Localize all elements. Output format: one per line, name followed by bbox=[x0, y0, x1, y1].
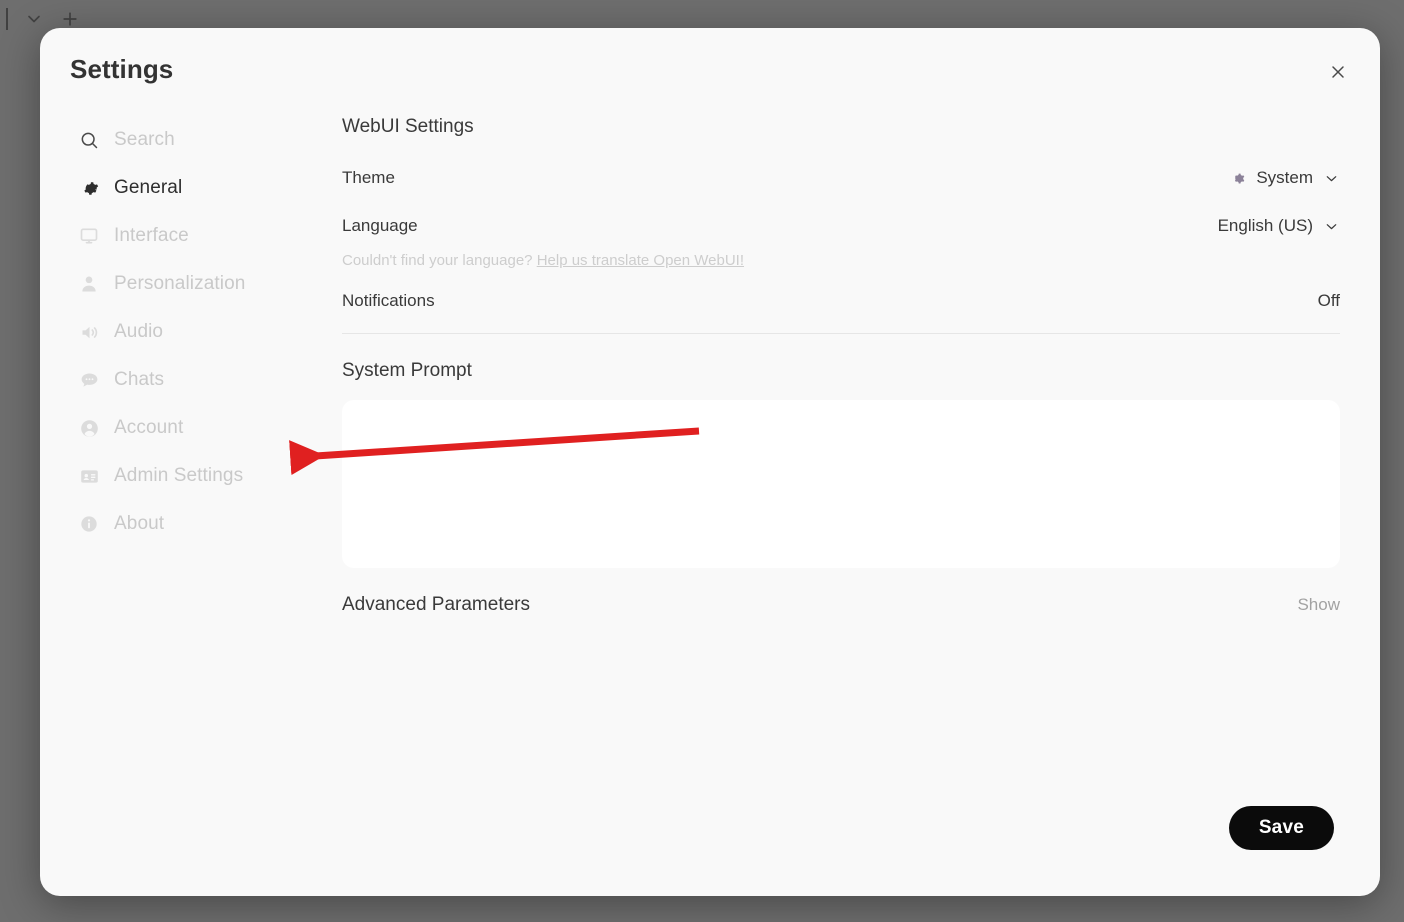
chevron-down-icon[interactable] bbox=[24, 9, 44, 29]
page-title: Settings bbox=[70, 54, 174, 84]
sidebar-item-label: About bbox=[114, 513, 165, 534]
sidebar-item-general[interactable]: General bbox=[70, 164, 326, 212]
section-divider bbox=[342, 333, 1340, 334]
search-icon bbox=[78, 129, 100, 151]
language-label: Language bbox=[342, 216, 418, 235]
advanced-parameters-label: Advanced Parameters bbox=[342, 594, 530, 615]
sidebar-item-account[interactable]: Account bbox=[70, 404, 326, 452]
info-circle-icon bbox=[78, 513, 100, 535]
user-circle-icon bbox=[78, 417, 100, 439]
sidebar-item-personalization[interactable]: Personalization bbox=[70, 260, 326, 308]
sidebar-item-label: Admin Settings bbox=[114, 465, 244, 486]
sidebar-item-search[interactable]: Search bbox=[70, 116, 326, 164]
sidebar-item-admin-settings[interactable]: Admin Settings bbox=[70, 452, 326, 500]
theme-label: Theme bbox=[342, 168, 395, 187]
theme-row: Theme System bbox=[342, 160, 1340, 196]
theme-value: System bbox=[1256, 168, 1313, 187]
sidebar-item-label: Search bbox=[114, 129, 175, 150]
advanced-parameters-toggle[interactable]: Show bbox=[1297, 595, 1340, 615]
sidebar-item-label: Personalization bbox=[114, 273, 246, 294]
translate-help-line: Couldn't find your language? Help us tra… bbox=[342, 252, 1340, 269]
sidebar-item-interface[interactable]: Interface bbox=[70, 212, 326, 260]
modal-header: Settings bbox=[40, 28, 1380, 100]
advanced-parameters-row: Advanced Parameters Show bbox=[342, 594, 1340, 616]
text-caret bbox=[6, 8, 8, 30]
chat-bubble-icon bbox=[78, 369, 100, 391]
sidebar-item-label: General bbox=[114, 177, 183, 198]
id-card-icon bbox=[78, 465, 100, 487]
chevron-down-icon bbox=[1323, 218, 1340, 235]
sidebar-item-chats[interactable]: Chats bbox=[70, 356, 326, 404]
language-select[interactable]: English (US) bbox=[1218, 216, 1340, 236]
sidebar-item-label: Chats bbox=[114, 369, 165, 390]
close-icon bbox=[1328, 62, 1348, 82]
language-value: English (US) bbox=[1217, 216, 1313, 235]
notifications-row[interactable]: Notifications Off bbox=[342, 283, 1340, 319]
sidebar-item-about[interactable]: About bbox=[70, 500, 326, 548]
settings-sidebar: Search General Interface Personalization… bbox=[70, 100, 326, 616]
plus-icon[interactable] bbox=[60, 9, 80, 29]
system-prompt-input[interactable] bbox=[342, 400, 1340, 568]
save-button[interactable]: Save bbox=[1228, 806, 1334, 850]
notifications-label: Notifications bbox=[342, 291, 435, 310]
person-icon bbox=[78, 273, 100, 295]
settings-content: WebUI Settings Theme System Language Eng… bbox=[326, 100, 1350, 616]
section-title-webui-settings: WebUI Settings bbox=[342, 116, 474, 137]
monitor-icon bbox=[78, 225, 100, 247]
translate-link[interactable]: Help us translate Open WebUI! bbox=[537, 252, 744, 269]
speaker-icon bbox=[78, 321, 100, 343]
sidebar-item-label: Interface bbox=[114, 225, 189, 246]
chevron-down-icon bbox=[1323, 170, 1340, 187]
gear-icon bbox=[1229, 170, 1246, 187]
sidebar-item-label: Audio bbox=[114, 321, 164, 342]
background-app-header bbox=[6, 8, 80, 30]
system-prompt-title: System Prompt bbox=[342, 360, 472, 381]
sidebar-item-audio[interactable]: Audio bbox=[70, 308, 326, 356]
settings-modal: Settings Search General Interface Person… bbox=[40, 28, 1380, 896]
close-button[interactable] bbox=[1322, 56, 1354, 88]
sidebar-item-label: Account bbox=[114, 417, 184, 438]
translate-prompt-text: Couldn't find your language? bbox=[342, 252, 533, 269]
gear-icon bbox=[78, 177, 100, 199]
theme-select[interactable]: System bbox=[1229, 168, 1340, 188]
modal-body: Search General Interface Personalization… bbox=[40, 100, 1380, 616]
language-row: Language English (US) bbox=[342, 208, 1340, 244]
notifications-value: Off bbox=[1317, 291, 1340, 310]
